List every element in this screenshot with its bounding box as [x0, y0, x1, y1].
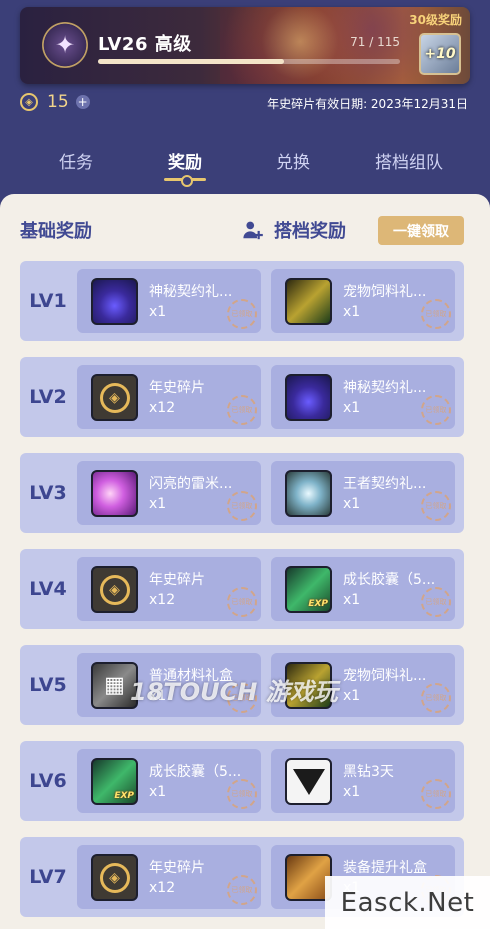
reward-item-name: 年史碎片	[149, 572, 205, 588]
claimed-stamp: 已领取	[227, 875, 257, 905]
claimed-stamp: 已领取	[227, 491, 257, 521]
claimed-stamp: 已领取	[421, 683, 451, 713]
row-level-label: LV4	[29, 578, 67, 600]
reward-item-name: 宠物饲料礼...	[343, 284, 427, 300]
row-level-label: LV2	[29, 386, 67, 408]
reward-item-name: 装备提升礼盒	[343, 860, 427, 876]
reward-item-qty: x12	[149, 592, 176, 608]
claimed-stamp: 已领取	[421, 395, 451, 425]
claimed-stamp: 已领取	[421, 779, 451, 809]
claimed-stamp: 已领取	[421, 587, 451, 617]
basic-rewards-title: 基础奖励	[20, 221, 92, 242]
growth-capsule-icon: EXP	[91, 758, 138, 805]
reward-item-name: 闪亮的雷米...	[149, 476, 233, 492]
tab-rewards[interactable]: 奖励	[164, 148, 206, 173]
reward-item-name: 宠物饲料礼...	[343, 668, 427, 684]
reward-item-qty: x12	[149, 400, 176, 416]
claimed-stamp: 已领取	[227, 395, 257, 425]
row-level-label: LV1	[29, 290, 67, 312]
active-tab-indicator	[164, 175, 206, 187]
reward-item[interactable]: ◈ 年史碎片 x12 已领取	[77, 845, 261, 909]
reward-item-name: 年史碎片	[149, 380, 205, 396]
bonus-reward-item[interactable]: +10	[419, 33, 461, 75]
level-progress-bar	[98, 59, 400, 64]
pet-feed-icon	[285, 278, 332, 325]
black-diamond-icon	[285, 758, 332, 805]
row-level-label: LV7	[29, 866, 67, 888]
row-level-label: LV6	[29, 770, 67, 792]
reward-item-name: 神秘契约礼...	[149, 284, 233, 300]
reward-item[interactable]: ◈ 年史碎片 x12 已领取	[77, 557, 261, 621]
reward-item-qty: x1	[343, 784, 361, 800]
level-title: LV26 高级	[98, 34, 192, 55]
reward-item-qty: x1	[343, 592, 361, 608]
tab-exchange[interactable]: 兑换	[273, 148, 313, 173]
reward-item[interactable]: 王者契约礼... x1 已领取	[271, 461, 455, 525]
reward-item-qty: x1	[343, 304, 361, 320]
main-tabs: 任务 奖励 兑换 搭档组队	[0, 148, 490, 178]
chronicle-shard-icon: ◈	[91, 374, 138, 421]
reward-row: LV3 闪亮的雷米... x1 已领取 王者契约礼... x1 已领取	[20, 453, 464, 533]
chronicle-shard-icon: ◈	[91, 566, 138, 613]
claimed-stamp: 已领取	[227, 299, 257, 329]
reward-row: LV2 ◈ 年史碎片 x12 已领取 神秘契约礼... x1 已领取	[20, 357, 464, 437]
shiny-orb-icon	[91, 470, 138, 517]
level-progress-text: 71 / 115	[350, 35, 400, 49]
growth-capsule-icon: EXP	[285, 566, 332, 613]
reward-item[interactable]: EXP 成长胶囊（5... x1 已领取	[271, 557, 455, 621]
claimed-stamp: 已领取	[227, 779, 257, 809]
claimed-stamp: 已领取	[227, 587, 257, 617]
reward-item[interactable]: ◈ 年史碎片 x12 已领取	[77, 365, 261, 429]
reward-item-qty: x1	[149, 496, 167, 512]
reward-item-name: 成长胶囊（5...	[149, 764, 242, 780]
reward-item-name: 神秘契约礼...	[343, 380, 427, 396]
reward-item-name: 王者契约礼...	[343, 476, 427, 492]
reward-row: LV1 神秘契约礼... x1 已领取 宠物饲料礼... x1 已领取	[20, 261, 464, 341]
reward-item[interactable]: 宠物饲料礼... x1 已领取	[271, 269, 455, 333]
level-progress-fill	[98, 59, 285, 64]
mystery-bag-icon	[285, 374, 332, 421]
center-watermark: 18TOUCH 游戏玩	[130, 678, 338, 706]
reward-item[interactable]: 神秘契约礼... x1 已领取	[271, 365, 455, 429]
reward-item-name: 成长胶囊（5...	[343, 572, 436, 588]
claim-all-button[interactable]: 一键领取	[378, 216, 464, 245]
reward-item[interactable]: 神秘契约礼... x1 已领取	[77, 269, 261, 333]
reward-item[interactable]: 黑钻3天 x1 已领取	[271, 749, 455, 813]
reward-row: LV6 EXP 成长胶囊（5... x1 已领取 黑钻3天 x1 已领取	[20, 741, 464, 821]
reward-item-name: 年史碎片	[149, 860, 205, 876]
king-contract-icon	[285, 470, 332, 517]
reward-item-qty: x1	[343, 496, 361, 512]
add-partner-icon	[243, 221, 263, 240]
chronicle-shard-icon: ◈	[20, 93, 38, 111]
reward-item-qty: x12	[149, 880, 176, 896]
mystery-bag-icon	[91, 278, 138, 325]
row-level-label: LV3	[29, 482, 67, 504]
reward-item-qty: x1	[149, 784, 167, 800]
shard-expiry-text: 年史碎片有效日期: 2023年12月31日	[267, 97, 468, 111]
tab-tasks[interactable]: 任务	[56, 148, 96, 173]
shard-count: 15	[47, 92, 69, 112]
reward-item[interactable]: EXP 成长胶囊（5... x1 已领取	[77, 749, 261, 813]
rank-emblem-icon: ✦	[42, 22, 88, 68]
reward-item-qty: x1	[149, 304, 167, 320]
reward-item-name: 黑钻3天	[343, 764, 394, 780]
claimed-stamp: 已领取	[421, 299, 451, 329]
tab-partner-team[interactable]: 搭档组队	[369, 148, 449, 173]
bonus-reward-text: +10	[424, 46, 456, 62]
level-banner: ✦ LV26 高级 71 / 115 30级奖励 +10	[20, 7, 470, 84]
shard-balance: ◈ 15 +	[20, 92, 90, 112]
reward-item[interactable]: 闪亮的雷米... x1 已领取	[77, 461, 261, 525]
reward-item-qty: x1	[343, 688, 361, 704]
bonus-reward-label: 30级奖励	[409, 13, 462, 27]
corner-watermark: Easck.Net	[325, 876, 490, 929]
row-level-label: LV5	[29, 674, 67, 696]
add-shards-button[interactable]: +	[75, 95, 90, 109]
chronicle-shard-icon: ◈	[91, 854, 138, 901]
reward-item-qty: x1	[343, 400, 361, 416]
claimed-stamp: 已领取	[421, 491, 451, 521]
reward-row: LV4 ◈ 年史碎片 x12 已领取 EXP 成长胶囊（5... x1 已领取	[20, 549, 464, 629]
partner-rewards-title: 搭档奖励	[274, 221, 346, 242]
